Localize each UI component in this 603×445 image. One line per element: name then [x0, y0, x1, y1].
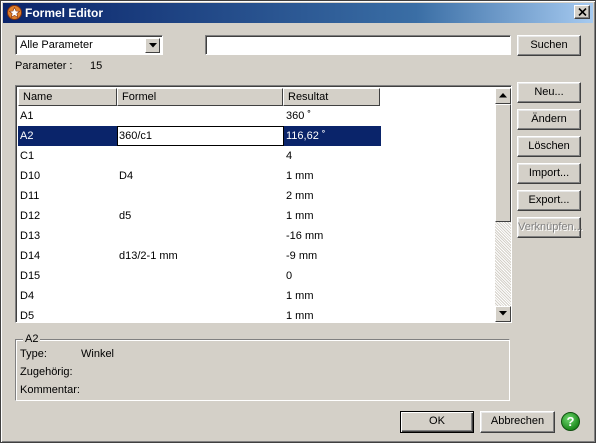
- import-button[interactable]: Import...: [517, 163, 581, 184]
- search-button[interactable]: Suchen: [517, 35, 581, 56]
- ok-button[interactable]: OK: [400, 411, 474, 433]
- delete-button[interactable]: Löschen: [517, 136, 581, 157]
- cell-result: 4: [286, 150, 293, 162]
- cell-formula: d5: [119, 210, 132, 222]
- parameter-filter-value: Alle Parameter: [20, 39, 93, 51]
- export-button[interactable]: Export...: [517, 190, 581, 211]
- scroll-down-button[interactable]: [495, 306, 511, 322]
- vertical-scrollbar[interactable]: [495, 88, 511, 322]
- column-header-formula[interactable]: Formel: [117, 88, 283, 106]
- cell-result: -9 mm: [286, 250, 318, 262]
- cell-name: A2: [20, 130, 34, 142]
- cell-name: C1: [20, 150, 35, 162]
- cell-result: 1 mm: [286, 290, 314, 302]
- parameter-count-label: Parameter :: [15, 60, 73, 72]
- cell-name: D14: [20, 250, 41, 262]
- cell-name: D5: [20, 310, 35, 322]
- column-header-result[interactable]: Resultat: [283, 88, 380, 106]
- parameter-table[interactable]: Name Formel Resultat A1 360 ˚ A2 360/c1 116,…: [15, 85, 512, 323]
- formel-editor-window: Formel Editor Alle Parameter Suchen Para…: [0, 0, 596, 443]
- table-row[interactable]: D5 1 mm: [18, 306, 496, 326]
- table-row[interactable]: D11 2 mm: [18, 186, 496, 206]
- details-groupbox: A2 Type: Winkel Zugehörig: Kommentar:: [15, 333, 510, 401]
- table-row[interactable]: D14 d13/2-1 mm -9 mm: [18, 246, 496, 266]
- cell-name: D12: [20, 210, 41, 222]
- cell-result: 360 ˚: [286, 110, 312, 122]
- table-row[interactable]: D15 0: [18, 266, 496, 286]
- type-value: Winkel: [81, 348, 115, 360]
- cell-result: 1 mm: [286, 310, 314, 322]
- scroll-up-button[interactable]: [495, 88, 511, 104]
- link-button: Verknüpfen...: [517, 217, 583, 238]
- table-row[interactable]: C1 4: [18, 146, 496, 166]
- window-title: Formel Editor: [25, 6, 104, 20]
- close-button[interactable]: [574, 5, 590, 19]
- cell-name: D10: [20, 170, 41, 182]
- table-row-selected[interactable]: A2 360/c1 116,62 ˚: [18, 126, 496, 146]
- title-bar: Formel Editor: [3, 3, 593, 23]
- table-row[interactable]: D13 -16 mm: [18, 226, 496, 246]
- cancel-button[interactable]: Abbrechen: [480, 411, 555, 433]
- cell-name: D4: [20, 290, 35, 302]
- cell-result: 1 mm: [286, 170, 314, 182]
- new-button[interactable]: Neu...: [517, 82, 581, 103]
- cell-formula: d13/2-1 mm: [119, 250, 178, 262]
- parameter-count-value: 15: [90, 60, 103, 72]
- cell-formula: 360/c1: [119, 130, 153, 142]
- details-title: A2: [23, 333, 41, 345]
- cell-formula: D4: [119, 170, 134, 182]
- help-icon[interactable]: ?: [561, 412, 580, 431]
- filter-dropdown-button[interactable]: [145, 38, 160, 53]
- cell-name: D11: [20, 190, 40, 202]
- belongs-label: Zugehörig:: [20, 366, 73, 378]
- scroll-thumb[interactable]: [495, 104, 511, 222]
- cell-result: 0: [286, 270, 293, 282]
- table-row[interactable]: D10 D4 1 mm: [18, 166, 496, 186]
- search-input[interactable]: [205, 35, 511, 55]
- cell-result: 1 mm: [286, 210, 314, 222]
- close-icon: [578, 8, 587, 16]
- chevron-up-icon: [499, 93, 507, 98]
- change-button[interactable]: Ändern: [517, 109, 581, 130]
- chevron-down-icon: [149, 43, 157, 48]
- table-row[interactable]: D4 1 mm: [18, 286, 496, 306]
- app-icon: [7, 5, 22, 20]
- cell-name: D13: [20, 230, 41, 242]
- column-header-name[interactable]: Name: [18, 88, 117, 106]
- table-row[interactable]: D12 d5 1 mm: [18, 206, 496, 226]
- comment-label: Kommentar:: [20, 384, 80, 396]
- cell-result: -16 mm: [286, 230, 324, 242]
- cell-name: A1: [20, 110, 34, 122]
- chevron-down-icon: [499, 311, 507, 316]
- type-label: Type:: [20, 348, 47, 360]
- cell-result: 116,62 ˚: [286, 130, 326, 142]
- parameter-filter-select[interactable]: Alle Parameter: [15, 35, 163, 55]
- cell-name: D15: [20, 270, 41, 282]
- cell-result: 2 mm: [286, 190, 314, 202]
- table-row[interactable]: A1 360 ˚: [18, 106, 496, 126]
